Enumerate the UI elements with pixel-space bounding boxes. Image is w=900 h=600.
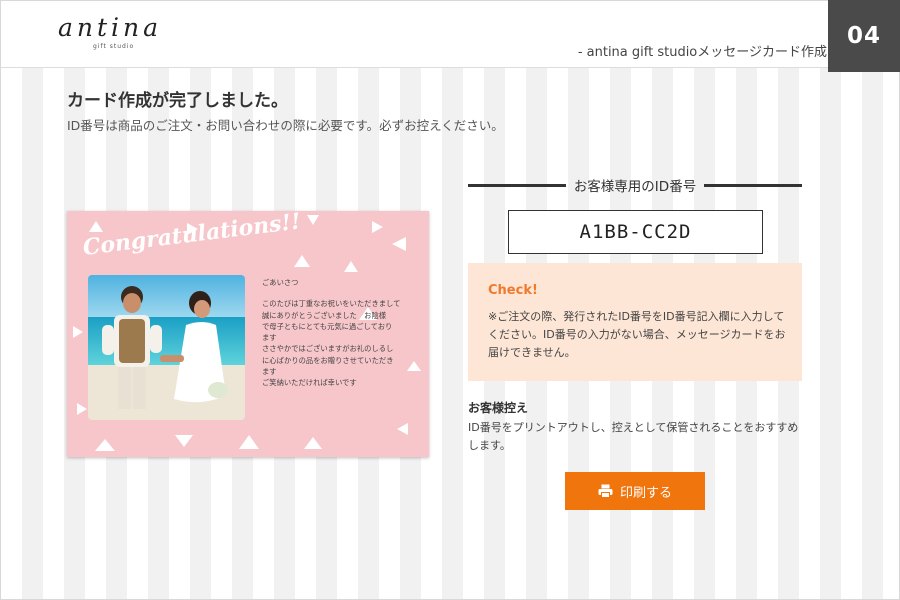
logo-subtitle: gift studio (93, 43, 135, 50)
customer-copy-title: お客様控え (468, 401, 529, 415)
confetti-triangle (175, 435, 193, 447)
print-button[interactable]: 印刷する (565, 472, 705, 510)
couple-photo (88, 275, 245, 420)
confetti-triangle (392, 237, 406, 251)
heading-rule-left (468, 183, 566, 187)
confetti-triangle (73, 326, 83, 338)
printer-icon (598, 484, 613, 498)
heading-rule-right (704, 183, 803, 187)
card-message-line: ます (262, 333, 277, 343)
card-message-line: ささやかではございますがお礼のしるし (262, 344, 394, 354)
customer-id-value: A1BB-CC2D (508, 210, 763, 254)
check-notice: Check! ※ご注文の際、発行されたID番号をID番号記入欄に入力してください… (468, 263, 802, 381)
step-badge: 04 (828, 0, 900, 72)
confetti-triangle (397, 423, 408, 435)
confetti-triangle (372, 221, 383, 233)
card-preview: Congratulations!! ごあいさつ このたびは丁重なお祝いをいただき… (67, 211, 429, 457)
confetti-triangle (344, 261, 358, 272)
confetti-triangle (239, 435, 259, 449)
card-message: ごあいさつ このたびは丁重なお祝いをいただきまして 誠にありがとうございました … (262, 277, 418, 389)
confetti-triangle (307, 215, 319, 225)
site-header: antina gift studio - antina gift studioメ… (1, 1, 899, 68)
header-title: - antina gift studioメッセージカード作成 (577, 45, 827, 60)
confetti-triangle (95, 439, 115, 451)
confetti-triangle (304, 437, 322, 449)
card-headline: Congratulations!! (81, 211, 303, 261)
completion-note: ID番号は商品のご注文・お問い合わせの際に必要です。必ずお控えください。 (67, 118, 504, 133)
card-message-line: ご笑納いただければ幸いです (262, 378, 357, 388)
id-heading-label: お客様専用のID番号 (573, 179, 697, 195)
card-message-line: 誠にありがとうございました お陰様 (262, 310, 387, 320)
check-title: Check! (488, 283, 538, 298)
card-message-line: に心ばかりの品をお贈りさせていただき (262, 355, 394, 365)
confetti-triangle (294, 255, 310, 267)
customer-copy-body: ID番号をプリントアウトし、控えとして保管されることをおすすめします。 (468, 421, 799, 452)
print-button-label: 印刷する (619, 485, 672, 501)
couple-photo-illustration (88, 275, 245, 420)
check-body: ※ご注文の際、発行されたID番号をID番号記入欄に入力してください。ID番号の入… (488, 310, 786, 359)
confetti-triangle (89, 221, 103, 232)
card-message-line: で母子ともにとても元気に過ごしており (262, 321, 393, 331)
card-message-line: ます (262, 367, 277, 377)
completion-title: カード作成が完了しました。 (67, 91, 288, 111)
logo[interactable]: antina (58, 13, 162, 42)
confetti-triangle (77, 403, 87, 415)
card-greeting: ごあいさつ (262, 278, 299, 287)
card-message-line: このたびは丁重なお祝いをいただきまして (262, 299, 401, 309)
id-heading: お客様専用のID番号 (468, 175, 803, 195)
